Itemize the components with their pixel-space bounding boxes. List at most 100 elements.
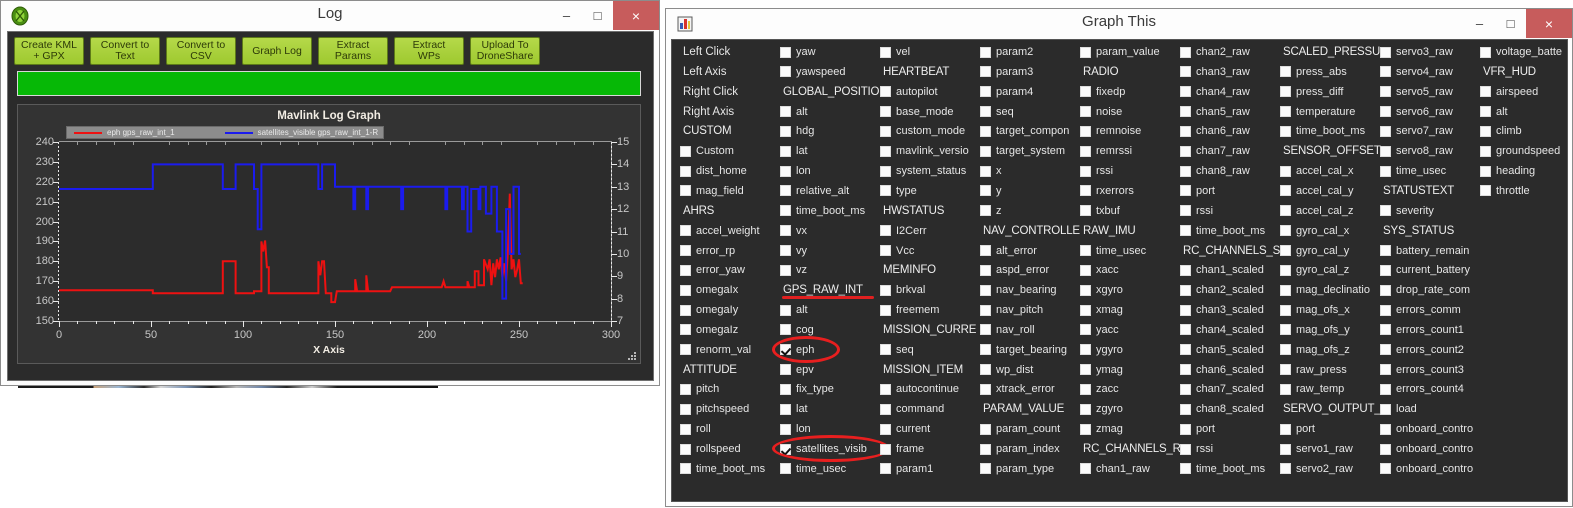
checkbox-row-raw_temp[interactable]: raw_temp [1280, 379, 1344, 399]
checkbox-mag_ofs_y[interactable] [1280, 324, 1291, 335]
checkbox-row-load[interactable]: load [1380, 399, 1417, 419]
checkbox-pitchspeed[interactable] [680, 404, 691, 415]
checkbox-row-param_type[interactable]: param_type [980, 459, 1054, 479]
checkbox-row-type[interactable]: type [880, 181, 917, 201]
checkbox-zmag[interactable] [1080, 424, 1091, 435]
checkbox-row-xacc[interactable]: xacc [1080, 260, 1119, 280]
checkbox-row-chan7_raw[interactable]: chan7_raw [1180, 141, 1250, 161]
checkbox-yaw[interactable] [780, 47, 791, 58]
checkbox-row-remrssi[interactable]: remrssi [1080, 141, 1132, 161]
checkbox-row-renorm_val[interactable]: renorm_val [680, 340, 751, 360]
checkbox-chan4_raw[interactable] [1180, 86, 1191, 97]
checkbox-row-param3[interactable]: param3 [980, 62, 1033, 82]
checkbox-port[interactable] [1180, 424, 1191, 435]
checkbox-row-nav_roll[interactable]: nav_roll [980, 320, 1035, 340]
checkbox-port[interactable] [1180, 185, 1191, 196]
checkbox-servo2_raw[interactable] [1280, 463, 1291, 474]
checkbox-current[interactable] [880, 424, 891, 435]
checkbox-chan6_scaled[interactable] [1180, 364, 1191, 375]
extract-wps-button[interactable]: Extract WPs [394, 37, 464, 65]
checkbox-zgyro[interactable] [1080, 404, 1091, 415]
checkbox-row-rollspeed[interactable]: rollspeed [680, 439, 741, 459]
checkbox-param_count[interactable] [980, 424, 991, 435]
checkbox-row-port[interactable]: port [1280, 419, 1315, 439]
checkbox-xacc[interactable] [1080, 265, 1091, 276]
checkbox-renorm_val[interactable] [680, 344, 691, 355]
checkbox-vel[interactable] [880, 47, 891, 58]
checkbox-row-mag_ofs_z[interactable]: mag_ofs_z [1280, 340, 1350, 360]
checkbox-row-gyro_cal_x[interactable]: gyro_cal_x [1280, 221, 1349, 241]
checkbox-row-custom_mode[interactable]: custom_mode [880, 121, 965, 141]
checkbox-row-mag_field[interactable]: mag_field [680, 181, 744, 201]
checkbox-temperature[interactable] [1280, 106, 1291, 117]
checkbox-row-chan8_scaled[interactable]: chan8_scaled [1180, 399, 1264, 419]
checkbox-errors_count1[interactable] [1380, 324, 1391, 335]
checkbox-row-drop_rate_com[interactable]: drop_rate_com [1380, 280, 1470, 300]
checkbox-target_system[interactable] [980, 146, 991, 157]
checkbox-row-param_value[interactable]: param_value [1080, 42, 1160, 62]
checkbox-row-ymag[interactable]: ymag [1080, 360, 1123, 380]
checkbox-param_index[interactable] [980, 444, 991, 455]
checkbox-roll[interactable] [680, 424, 691, 435]
checkbox-lon[interactable] [780, 166, 791, 177]
checkbox-ymag[interactable] [1080, 364, 1091, 375]
checkbox-target_compon[interactable] [980, 126, 991, 137]
checkbox-gyro_cal_x[interactable] [1280, 225, 1291, 236]
checkbox-onboard_contro[interactable] [1380, 444, 1391, 455]
checkbox-battery_remain[interactable] [1380, 245, 1391, 256]
checkbox-errors_comm[interactable] [1380, 305, 1391, 316]
checkbox-param4[interactable] [980, 86, 991, 97]
checkbox-row-seq[interactable]: seq [880, 340, 914, 360]
checkbox-row-error_rp[interactable]: error_rp [680, 241, 735, 261]
checkbox-accel_cal_z[interactable] [1280, 205, 1291, 216]
checkbox-row-target_compon[interactable]: target_compon [980, 121, 1069, 141]
checkbox-aspd_error[interactable] [980, 265, 991, 276]
checkbox-row-errors_comm[interactable]: errors_comm [1380, 300, 1461, 320]
checkbox-Vcc[interactable] [880, 245, 891, 256]
close-button[interactable]: × [1526, 9, 1572, 38]
checkbox-row-zacc[interactable]: zacc [1080, 379, 1119, 399]
checkbox-airspeed[interactable] [1480, 86, 1491, 97]
checkbox-row-battery_remain[interactable]: battery_remain [1380, 241, 1469, 261]
checkbox-system_status[interactable] [880, 166, 891, 177]
checkbox-fix_type[interactable] [780, 384, 791, 395]
checkbox-raw_temp[interactable] [1280, 384, 1291, 395]
checkbox-lon[interactable] [780, 424, 791, 435]
checkbox-time_usec[interactable] [1080, 245, 1091, 256]
checkbox-row-port[interactable]: port [1180, 419, 1215, 439]
checkbox-row-chan8_raw[interactable]: chan8_raw [1180, 161, 1250, 181]
checkbox-hdg[interactable] [780, 126, 791, 137]
checkbox-current_battery[interactable] [1380, 265, 1391, 276]
checkbox-row-ygyro[interactable]: ygyro [1080, 340, 1123, 360]
graph-log-button[interactable]: Graph Log [242, 37, 312, 65]
checkbox-row-y[interactable]: y [980, 181, 1002, 201]
checkbox-row-lat[interactable]: lat [780, 399, 808, 419]
checkbox-row-omegaIx[interactable]: omegaIx [680, 280, 738, 300]
checkbox-noise[interactable] [1080, 106, 1091, 117]
checkbox-remnoise[interactable] [1080, 126, 1091, 137]
checkbox-row-chan5_raw[interactable]: chan5_raw [1180, 102, 1250, 122]
checkbox-epv[interactable] [780, 364, 791, 375]
checkbox-row-time_boot_ms[interactable]: time_boot_ms [680, 459, 765, 479]
graph-window-titlebar[interactable]: Graph This – □ × [666, 9, 1572, 39]
checkbox-row-nav_bearing[interactable]: nav_bearing [980, 280, 1057, 300]
checkbox-chan5_scaled[interactable] [1180, 344, 1191, 355]
upload-to-droneshare-button[interactable]: Upload To DroneShare [470, 37, 540, 65]
checkbox-row-servo1_raw[interactable]: servo1_raw [1280, 439, 1353, 459]
create-kml-gpx-button[interactable]: Create KML + GPX [14, 37, 84, 65]
checkbox-row-mag_ofs_x[interactable]: mag_ofs_x [1280, 300, 1350, 320]
checkbox-row-servo4_raw[interactable]: servo4_raw [1380, 62, 1453, 82]
checkbox-alt[interactable] [780, 305, 791, 316]
checkbox-row-airspeed[interactable]: airspeed [1480, 82, 1538, 102]
checkbox-row-accel_cal_x[interactable]: accel_cal_x [1280, 161, 1353, 181]
checkbox-row-remnoise[interactable]: remnoise [1080, 121, 1141, 141]
checkbox-time_boot_ms[interactable] [1180, 463, 1191, 474]
checkbox-chan6_raw[interactable] [1180, 126, 1191, 137]
checkbox-row-fix_type[interactable]: fix_type [780, 379, 834, 399]
checkbox-row-aspd_error[interactable]: aspd_error [980, 260, 1049, 280]
checkbox-row-errors_count4[interactable]: errors_count4 [1380, 379, 1464, 399]
checkbox-row-xgyro[interactable]: xgyro [1080, 280, 1123, 300]
checkbox-row-pitchspeed[interactable]: pitchspeed [680, 399, 749, 419]
checkbox-row-current[interactable]: current [880, 419, 930, 439]
checkbox-seq[interactable] [980, 106, 991, 117]
